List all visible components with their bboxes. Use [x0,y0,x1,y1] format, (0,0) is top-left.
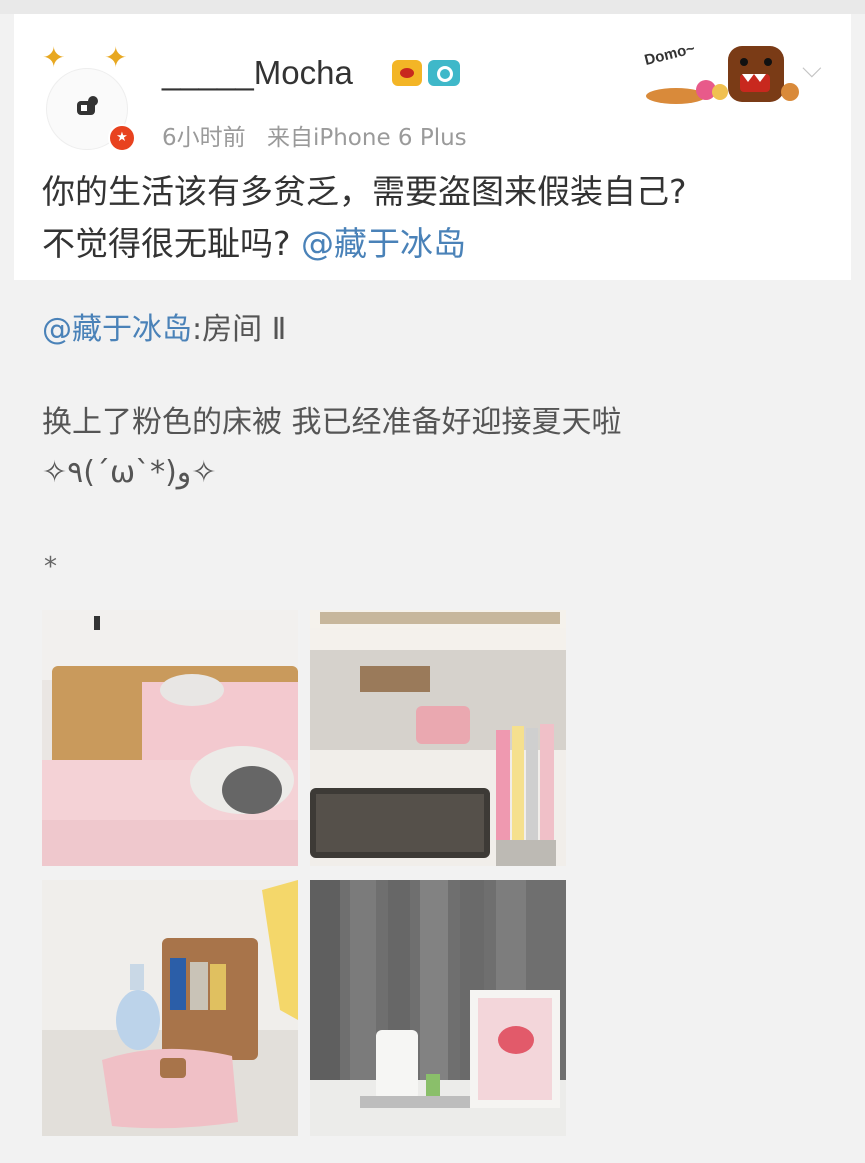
image-grid [42,610,568,1136]
antler-icon: ✦ [104,41,128,74]
post-source: 来自iPhone 6 Plus [266,125,467,151]
repost-line3: * [44,552,57,582]
repost-line2: ✧٩(ˊωˋ*)و✧ [42,455,217,490]
camera-icon[interactable] [428,60,460,86]
post-text: 你的生活该有多贫乏，需要盗图来假装自己? 不觉得很无耻吗? @藏于冰岛 [42,166,832,270]
pink-bed-photo[interactable] [42,610,298,866]
post-text-line2-content: 不觉得很无耻吗? [42,224,291,263]
verified-badge-icon: ★ [108,124,136,152]
user-avatar[interactable]: ✦ ✦ ★ [38,41,136,154]
username[interactable]: _____Mocha [162,54,353,92]
repost-header: @藏于冰岛:房间 Ⅱ [42,304,286,348]
repost-line1: 换上了粉色的床被 我已经准备好迎接夏天啦 [42,405,622,440]
post-text-line1: 你的生活该有多贫乏，需要盗图来假装自己? [42,172,687,211]
repost-body: 换上了粉色的床被 我已经准备好迎接夏天啦 ✧٩(ˊωˋ*)و✧ [42,398,822,498]
domo-sticker-icon [646,46,799,104]
mention-link[interactable]: @藏于冰岛 [301,224,466,263]
shelf-speaker-photo[interactable] [310,610,566,866]
vip-crown-icon[interactable] [392,60,422,86]
weibo-post: ✦ ✦ ★ _____Mocha 6小时前 来自iPhone 6 Plus Do… [14,14,851,280]
repost-author-link[interactable]: @藏于冰岛 [42,312,192,347]
curtain-frame-photo[interactable] [310,880,566,1136]
cosmetics-bag-photo[interactable] [42,880,298,1136]
repost-title: :房间 Ⅱ [192,312,287,347]
domo-sticker: Domo~ [636,34,806,108]
avatar-figure-icon [77,96,98,115]
antler-icon: ✦ [42,41,66,74]
post-text-line2: 不觉得很无耻吗? @藏于冰岛 [42,218,832,270]
reposted-content[interactable]: @藏于冰岛:房间 Ⅱ 换上了粉色的床被 我已经准备好迎接夏天啦 ✧٩(ˊωˋ*)… [0,280,865,1163]
post-meta: 6小时前 来自iPhone 6 Plus [162,118,467,152]
chevron-down-icon[interactable]: ⌵ [802,54,822,85]
top-strip [0,0,865,14]
post-time: 6小时前 [162,125,246,151]
